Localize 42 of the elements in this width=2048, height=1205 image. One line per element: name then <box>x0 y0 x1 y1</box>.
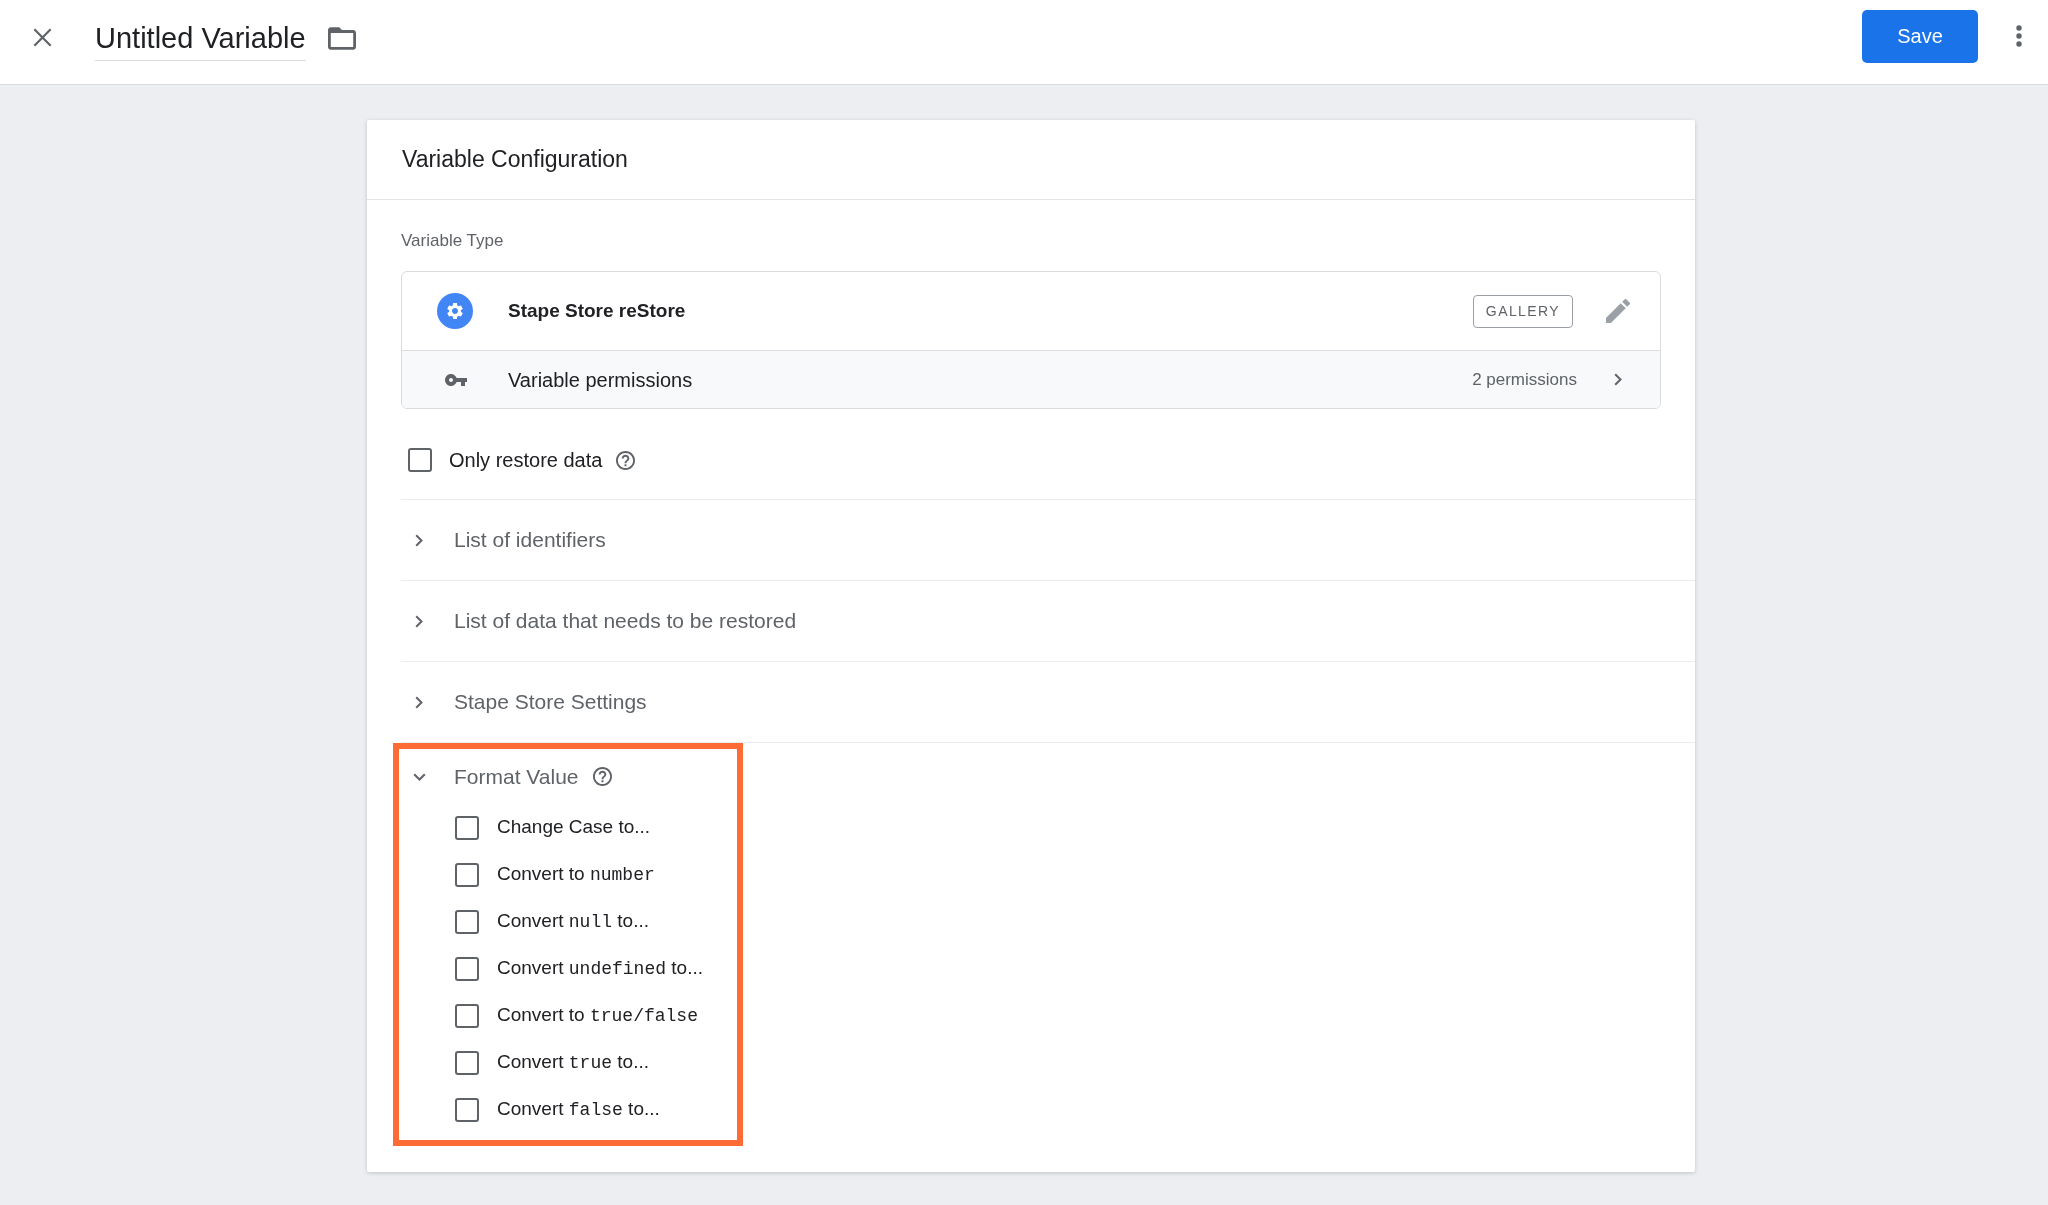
permissions-count: 2 permissions <box>1472 368 1577 391</box>
checkbox-label: Convert to number <box>497 862 655 887</box>
chevron-right-icon[interactable] <box>415 695 423 709</box>
checkbox[interactable] <box>455 1097 479 1122</box>
permissions-label: Variable permissions <box>508 367 693 393</box>
pencil-icon[interactable] <box>1606 299 1630 323</box>
checkbox[interactable] <box>455 909 479 934</box>
key-icon <box>445 373 467 386</box>
save-button[interactable]: Save <box>1862 9 1978 63</box>
help-icon[interactable] <box>592 767 612 786</box>
chevron-down-icon[interactable] <box>412 772 426 781</box>
help-icon[interactable] <box>616 450 636 470</box>
checkbox-label: Convert null to... <box>497 909 649 934</box>
checkbox-label: Change Case to... <box>497 815 651 840</box>
checkbox[interactable] <box>455 1003 479 1028</box>
checkbox[interactable] <box>455 815 479 840</box>
section-toggle[interactable]: Stape Store Settings <box>409 686 647 718</box>
source-tag: GALLERY <box>1472 294 1573 328</box>
title-field[interactable]: Untitled Variable <box>95 21 306 61</box>
field-label: Variable Type <box>401 231 504 250</box>
folder-icon[interactable] <box>327 26 356 50</box>
section-toggle[interactable]: List of data that needs to be restored <box>409 605 797 637</box>
chevron-right-icon[interactable] <box>415 533 423 547</box>
checkbox[interactable] <box>408 448 432 472</box>
close-icon[interactable] <box>33 27 52 47</box>
checkbox[interactable] <box>455 862 479 887</box>
section-toggle[interactable]: List of identifiers <box>409 524 606 556</box>
checkbox-label: Only restore data <box>449 448 603 473</box>
chevron-right-icon[interactable] <box>415 614 423 628</box>
checkbox[interactable] <box>455 1050 479 1075</box>
more-options-icon[interactable] <box>2016 25 2022 47</box>
card-title: Variable Configuration <box>402 145 628 175</box>
checkbox[interactable] <box>455 956 479 981</box>
section-toggle[interactable]: Format Value <box>409 760 579 793</box>
checkbox-label: Convert true to... <box>497 1050 649 1075</box>
checkbox-label: Convert to true/false <box>497 1003 698 1028</box>
variable-type-name: Stape Store reStore <box>508 298 686 323</box>
gear-icon <box>437 293 473 329</box>
checkbox-label: Convert undefined to... <box>497 956 703 981</box>
chevron-right-icon[interactable] <box>1614 373 1622 386</box>
checkbox-label: Convert false to... <box>497 1097 660 1122</box>
permissions-row[interactable]: Variable permissions 2 permissions <box>402 350 1660 408</box>
